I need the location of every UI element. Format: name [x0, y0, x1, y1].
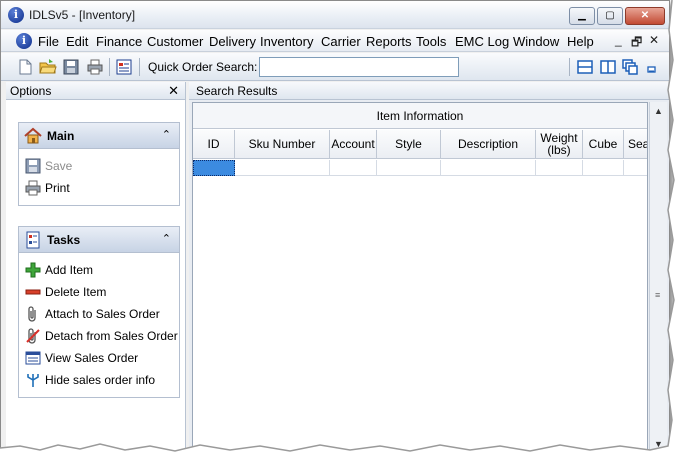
print-task[interactable]: Print	[25, 180, 70, 198]
save-icon[interactable]	[62, 58, 80, 76]
title-bar[interactable]: i IDLSv5 - [Inventory] ▁ ▢ ✕	[1, 1, 669, 29]
detach-icon	[26, 328, 40, 344]
vertical-scrollbar[interactable]: ▲ ≡ ▼	[649, 102, 667, 451]
menu-inventory[interactable]: Inventory	[260, 34, 313, 49]
print-task-label: Print	[45, 181, 70, 195]
table-cell[interactable]	[583, 160, 624, 176]
column-account[interactable]: Account	[330, 130, 377, 159]
column-sku-number[interactable]: Sku Number	[235, 130, 330, 159]
add-item-task[interactable]: Add Item	[25, 262, 93, 280]
mdi-minimize-button[interactable]: _	[615, 33, 622, 47]
view-sales-order-label: View Sales Order	[45, 351, 139, 365]
attach-sales-order-label: Attach to Sales Order	[45, 307, 160, 321]
main-group: Main ⌃ Save Print	[18, 122, 180, 206]
menu-carrier[interactable]: Carrier	[321, 34, 361, 49]
detach-sales-order-label: Detach from Sales Order	[45, 329, 178, 343]
menu-emc-log[interactable]: EMC Log	[455, 34, 509, 49]
collapse-icon[interactable]: ⌃	[162, 128, 171, 141]
menu-help[interactable]: Help	[567, 34, 594, 49]
menu-edit[interactable]: Edit	[66, 34, 88, 49]
maximize-button[interactable]: ▢	[597, 7, 623, 25]
new-icon[interactable]	[16, 58, 34, 76]
save-icon	[25, 158, 41, 174]
column-description[interactable]: Description	[441, 130, 536, 159]
delete-icon	[25, 289, 41, 295]
delete-item-label: Delete Item	[45, 285, 107, 299]
split-horizontal-icon[interactable]	[576, 58, 594, 76]
menu-finance[interactable]: Finance	[96, 34, 142, 49]
table-cell[interactable]	[536, 160, 583, 176]
report-icon[interactable]	[115, 58, 133, 76]
menu-window[interactable]: Window	[513, 34, 559, 49]
document-info-icon[interactable]: i	[16, 33, 32, 49]
view-sales-order-task[interactable]: View Sales Order	[25, 350, 138, 368]
column-weight[interactable]: Weight (lbs)	[536, 130, 583, 159]
delete-item-task[interactable]: Delete Item	[25, 284, 106, 302]
menu-reports[interactable]: Reports	[366, 34, 412, 49]
main-group-header[interactable]: Main ⌃	[19, 123, 179, 149]
menu-tools[interactable]: Tools	[416, 34, 446, 49]
quick-order-search-input[interactable]	[259, 57, 459, 77]
minimize-button[interactable]: ▁	[569, 7, 595, 25]
tasks-group-header[interactable]: Tasks ⌃	[19, 227, 179, 253]
column-cube[interactable]: Cube	[583, 130, 624, 159]
minimize-all-icon[interactable]	[643, 58, 661, 76]
table-cell[interactable]	[624, 160, 647, 176]
tasks-group-title: Tasks	[47, 233, 81, 247]
scroll-down-arrow-icon[interactable]: ▼	[654, 439, 663, 449]
cascade-icon[interactable]	[621, 58, 639, 76]
mdi-restore-button[interactable]: 🗗	[631, 33, 642, 54]
column-sea[interactable]: Sea	[624, 130, 647, 159]
attach-sales-order-task[interactable]: Attach to Sales Order	[25, 306, 160, 324]
table-cell[interactable]	[441, 160, 536, 176]
home-icon	[24, 127, 42, 144]
view-list-icon	[25, 351, 41, 365]
item-information-header: Item Information	[193, 103, 647, 129]
paperclip-icon	[28, 306, 36, 322]
add-item-label: Add Item	[45, 263, 94, 277]
tasks-group: Tasks ⌃ Add Item Delete Item Attach to S…	[18, 226, 180, 398]
scroll-up-arrow-icon[interactable]: ▲	[654, 106, 663, 116]
app-window: i IDLSv5 - [Inventory] ▁ ▢ ✕ i File Edit…	[0, 0, 670, 452]
table-cell[interactable]	[330, 160, 377, 176]
open-folder-icon[interactable]	[39, 58, 57, 76]
options-close-button[interactable]: ✕	[168, 83, 179, 99]
hide-fork-icon	[27, 374, 39, 387]
menu-bar: i File Edit Finance Customer Delivery In…	[1, 30, 669, 52]
save-task-label: Save	[45, 159, 73, 173]
print-icon[interactable]	[86, 58, 104, 76]
close-button[interactable]: ✕	[625, 7, 665, 25]
search-results-panel: Search Results Item Information ID Sku N…	[189, 82, 669, 451]
menu-file[interactable]: File	[38, 34, 59, 49]
hide-sales-order-info-label: Hide sales order info	[45, 373, 156, 387]
window-title: IDLSv5 - [Inventory]	[29, 8, 136, 22]
scroll-grip-icon[interactable]: ≡	[655, 290, 660, 300]
app-info-icon: i	[8, 7, 24, 23]
collapse-icon[interactable]: ⌃	[162, 232, 171, 245]
search-results-title: Search Results	[196, 84, 278, 98]
selected-cell[interactable]	[193, 160, 235, 176]
table-cell[interactable]	[235, 160, 330, 176]
menu-delivery[interactable]: Delivery	[209, 34, 256, 49]
options-title: Options	[10, 84, 52, 98]
tasks-list-icon	[26, 231, 40, 249]
add-icon	[25, 262, 41, 278]
toolbar: Quick Order Search:	[1, 53, 669, 81]
quick-order-search-label: Quick Order Search:	[148, 60, 258, 74]
split-vertical-icon[interactable]	[599, 58, 617, 76]
results-grid[interactable]: Item Information ID Sku Number Account S…	[192, 102, 648, 451]
options-panel: Options ✕ Main ⌃ Save Print Tasks ⌃ Add …	[6, 82, 186, 451]
menu-customer[interactable]: Customer	[147, 34, 203, 49]
hide-sales-order-info-task[interactable]: Hide sales order info	[25, 372, 155, 390]
save-task[interactable]: Save	[25, 158, 72, 176]
column-id[interactable]: ID	[193, 130, 235, 159]
options-header: Options ✕	[6, 82, 185, 100]
detach-sales-order-task[interactable]: Detach from Sales Order	[25, 328, 178, 346]
print-icon	[25, 180, 41, 196]
search-results-header: Search Results	[189, 82, 669, 100]
column-style[interactable]: Style	[377, 130, 441, 159]
main-group-title: Main	[47, 129, 75, 143]
mdi-close-button[interactable]: ✕	[649, 33, 659, 47]
table-cell[interactable]	[377, 160, 441, 176]
